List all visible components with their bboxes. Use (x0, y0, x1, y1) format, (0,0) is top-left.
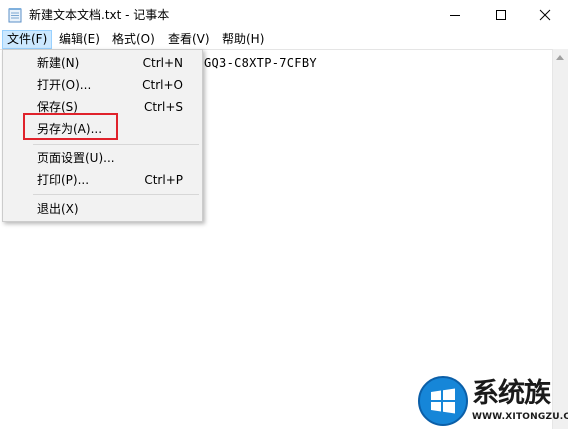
watermark-badge (418, 376, 468, 426)
maximize-icon (496, 10, 506, 20)
menu-item-label: 打印(P)... (37, 173, 90, 187)
menu-format[interactable]: 格式(O) (107, 30, 160, 49)
watermark-name: 系统族 (472, 378, 551, 409)
menu-item-label: 新建(N) (37, 56, 80, 70)
notepad-icon (8, 7, 22, 23)
menu-item-open[interactable]: 打开(O)... Ctrl+O (4, 74, 201, 96)
menu-item-label: 打开(O)... (37, 78, 92, 92)
windows-logo-icon (431, 388, 455, 414)
close-button[interactable] (522, 0, 568, 30)
notepad-window: 新建文本文档.txt - 记事本 文件(F) 编辑(E) 格式(O) 查看(V)… (0, 0, 568, 430)
scroll-up-icon[interactable] (556, 55, 564, 60)
maximize-button[interactable] (478, 0, 524, 30)
menu-bar: 文件(F) 编辑(E) 格式(O) 查看(V) 帮助(H) (0, 30, 568, 49)
menu-item-shortcut: Ctrl+P (144, 173, 183, 187)
menu-item-shortcut: Ctrl+O (142, 78, 183, 92)
editor-text: GQ3-C8XTP-7CFBY (204, 56, 317, 70)
menu-item-exit[interactable]: 退出(X) (4, 198, 201, 220)
menu-separator (33, 144, 199, 145)
menu-item-page-setup[interactable]: 页面设置(U)... (4, 147, 201, 169)
menu-file[interactable]: 文件(F) (2, 30, 53, 49)
minimize-icon (450, 15, 460, 16)
title-bar[interactable]: 新建文本文档.txt - 记事本 (0, 0, 568, 30)
menu-item-new[interactable]: 新建(N) Ctrl+N (4, 52, 201, 74)
menu-item-label: 退出(X) (37, 202, 79, 216)
menu-help[interactable]: 帮助(H) (217, 30, 269, 49)
menu-item-label: 页面设置(U)... (37, 151, 115, 165)
vertical-scrollbar[interactable] (552, 49, 568, 429)
minimize-button[interactable] (432, 0, 478, 30)
menu-item-shortcut: Ctrl+N (142, 56, 183, 70)
menu-item-shortcut: Ctrl+S (143, 100, 183, 114)
menu-view[interactable]: 查看(V) (163, 30, 215, 49)
window-title: 新建文本文档.txt - 记事本 (29, 8, 170, 22)
menu-edit[interactable]: 编辑(E) (54, 30, 105, 49)
close-icon (539, 9, 551, 21)
watermark: 系统族 WWW.XITONGZU.COM (418, 376, 568, 429)
watermark-url: WWW.XITONGZU.COM (472, 412, 568, 422)
highlight-box (23, 113, 118, 140)
menu-separator (33, 194, 199, 195)
menu-item-print[interactable]: 打印(P)... Ctrl+P (4, 169, 201, 191)
